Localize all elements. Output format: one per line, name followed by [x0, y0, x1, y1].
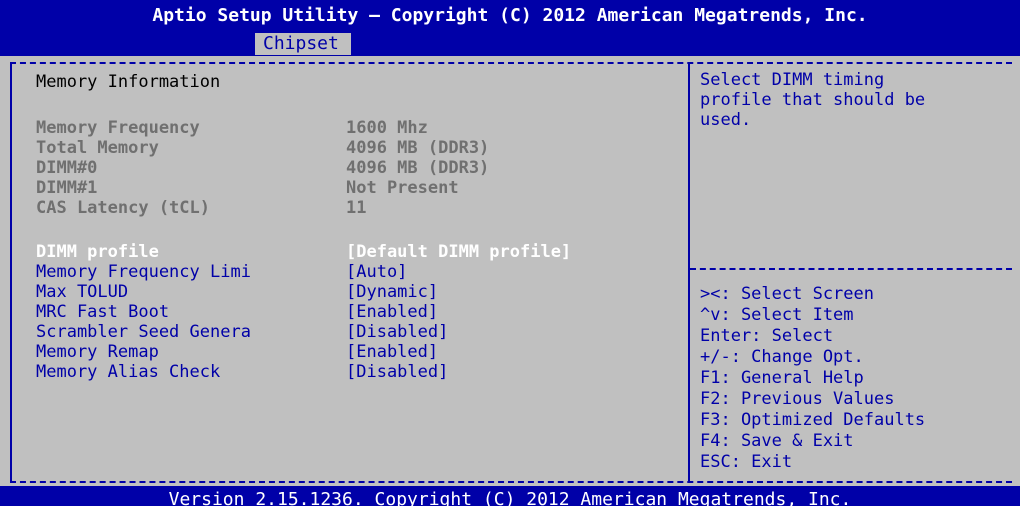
info-label: Memory Frequency: [36, 118, 200, 138]
panel-divider: [688, 64, 690, 481]
info-label: DIMM#0: [36, 158, 98, 178]
option-value[interactable]: [Default DIMM profile]: [346, 242, 571, 262]
section-title: Memory Information: [36, 72, 221, 92]
option-label: MRC Fast Boot: [36, 302, 170, 322]
option-value[interactable]: [Enabled]: [346, 342, 438, 362]
option-value[interactable]: [Disabled]: [346, 362, 448, 382]
key-general-help: F1: General Help: [700, 368, 864, 388]
option-mrc-fast-boot[interactable]: MRC Fast Boot [Enabled]: [36, 302, 686, 322]
option-memory-alias-check[interactable]: Memory Alias Check [Disabled]: [36, 362, 686, 382]
key-esc-exit: ESC: Exit: [700, 452, 793, 472]
info-value: 4096 MB (DDR3): [346, 138, 490, 158]
option-max-tolud[interactable]: Max TOLUD [Dynamic]: [36, 282, 686, 302]
option-label: Max TOLUD: [36, 282, 129, 302]
key-enter-select: Enter: Select: [700, 326, 834, 346]
option-scrambler-seed[interactable]: Scrambler Seed Genera [Disabled]: [36, 322, 686, 342]
app-title: Aptio Setup Utility – Copyright (C) 2012…: [152, 5, 868, 26]
option-value[interactable]: [Enabled]: [346, 302, 438, 322]
info-row-cas-latency: CAS Latency (tCL) 11: [36, 198, 686, 218]
frame-left-border: [10, 64, 12, 481]
info-label: Total Memory: [36, 138, 159, 158]
option-label: Scrambler Seed Genera: [36, 322, 251, 342]
option-label: Memory Frequency Limi: [36, 262, 251, 282]
option-memory-frequency-limit[interactable]: Memory Frequency Limi [Auto]: [36, 262, 686, 282]
key-select-screen: ><: Select Screen: [700, 284, 874, 304]
option-value[interactable]: [Auto]: [346, 262, 407, 282]
option-label: Memory Remap: [36, 342, 159, 362]
main-panel: Memory Information Memory Frequency 1600…: [36, 72, 686, 382]
option-label: Memory Alias Check: [36, 362, 221, 382]
info-label: CAS Latency (tCL): [36, 198, 210, 218]
header-bar: Aptio Setup Utility – Copyright (C) 2012…: [0, 0, 1020, 56]
info-row-memory-frequency: Memory Frequency 1600 Mhz: [36, 118, 686, 138]
info-row-dimm0: DIMM#0 4096 MB (DDR3): [36, 158, 686, 178]
info-row-total-memory: Total Memory 4096 MB (DDR3): [36, 138, 686, 158]
info-value: Not Present: [346, 178, 459, 198]
info-row-dimm1: DIMM#1 Not Present: [36, 178, 686, 198]
option-value[interactable]: [Dynamic]: [346, 282, 438, 302]
option-label: DIMM profile: [36, 242, 159, 262]
option-dimm-profile[interactable]: DIMM profile [Default DIMM profile]: [36, 242, 686, 262]
frame-top-border: [10, 62, 1012, 64]
footer-version: Version 2.15.1236. Copyright (C) 2012 Am…: [0, 486, 1020, 506]
tab-chipset[interactable]: Chipset: [255, 33, 351, 55]
key-save-exit: F4: Save & Exit: [700, 431, 854, 451]
info-value: 4096 MB (DDR3): [346, 158, 490, 178]
key-select-item: ^v: Select Item: [700, 305, 854, 325]
key-legend: ><: Select Screen ^v: Select Item Enter:…: [700, 284, 1010, 473]
frame-bottom-border: [10, 481, 1012, 483]
info-label: DIMM#1: [36, 178, 98, 198]
key-optimized-defaults: F3: Optimized Defaults: [700, 410, 926, 430]
help-text: Select DIMM timing profile that should b…: [700, 70, 926, 130]
key-change-opt: +/-: Change Opt.: [700, 347, 864, 367]
option-memory-remap[interactable]: Memory Remap [Enabled]: [36, 342, 686, 362]
key-previous-values: F2: Previous Values: [700, 389, 895, 409]
option-value[interactable]: [Disabled]: [346, 322, 448, 342]
info-value: 11: [346, 198, 367, 218]
info-value: 1600 Mhz: [346, 118, 428, 138]
help-divider: [690, 268, 1012, 270]
